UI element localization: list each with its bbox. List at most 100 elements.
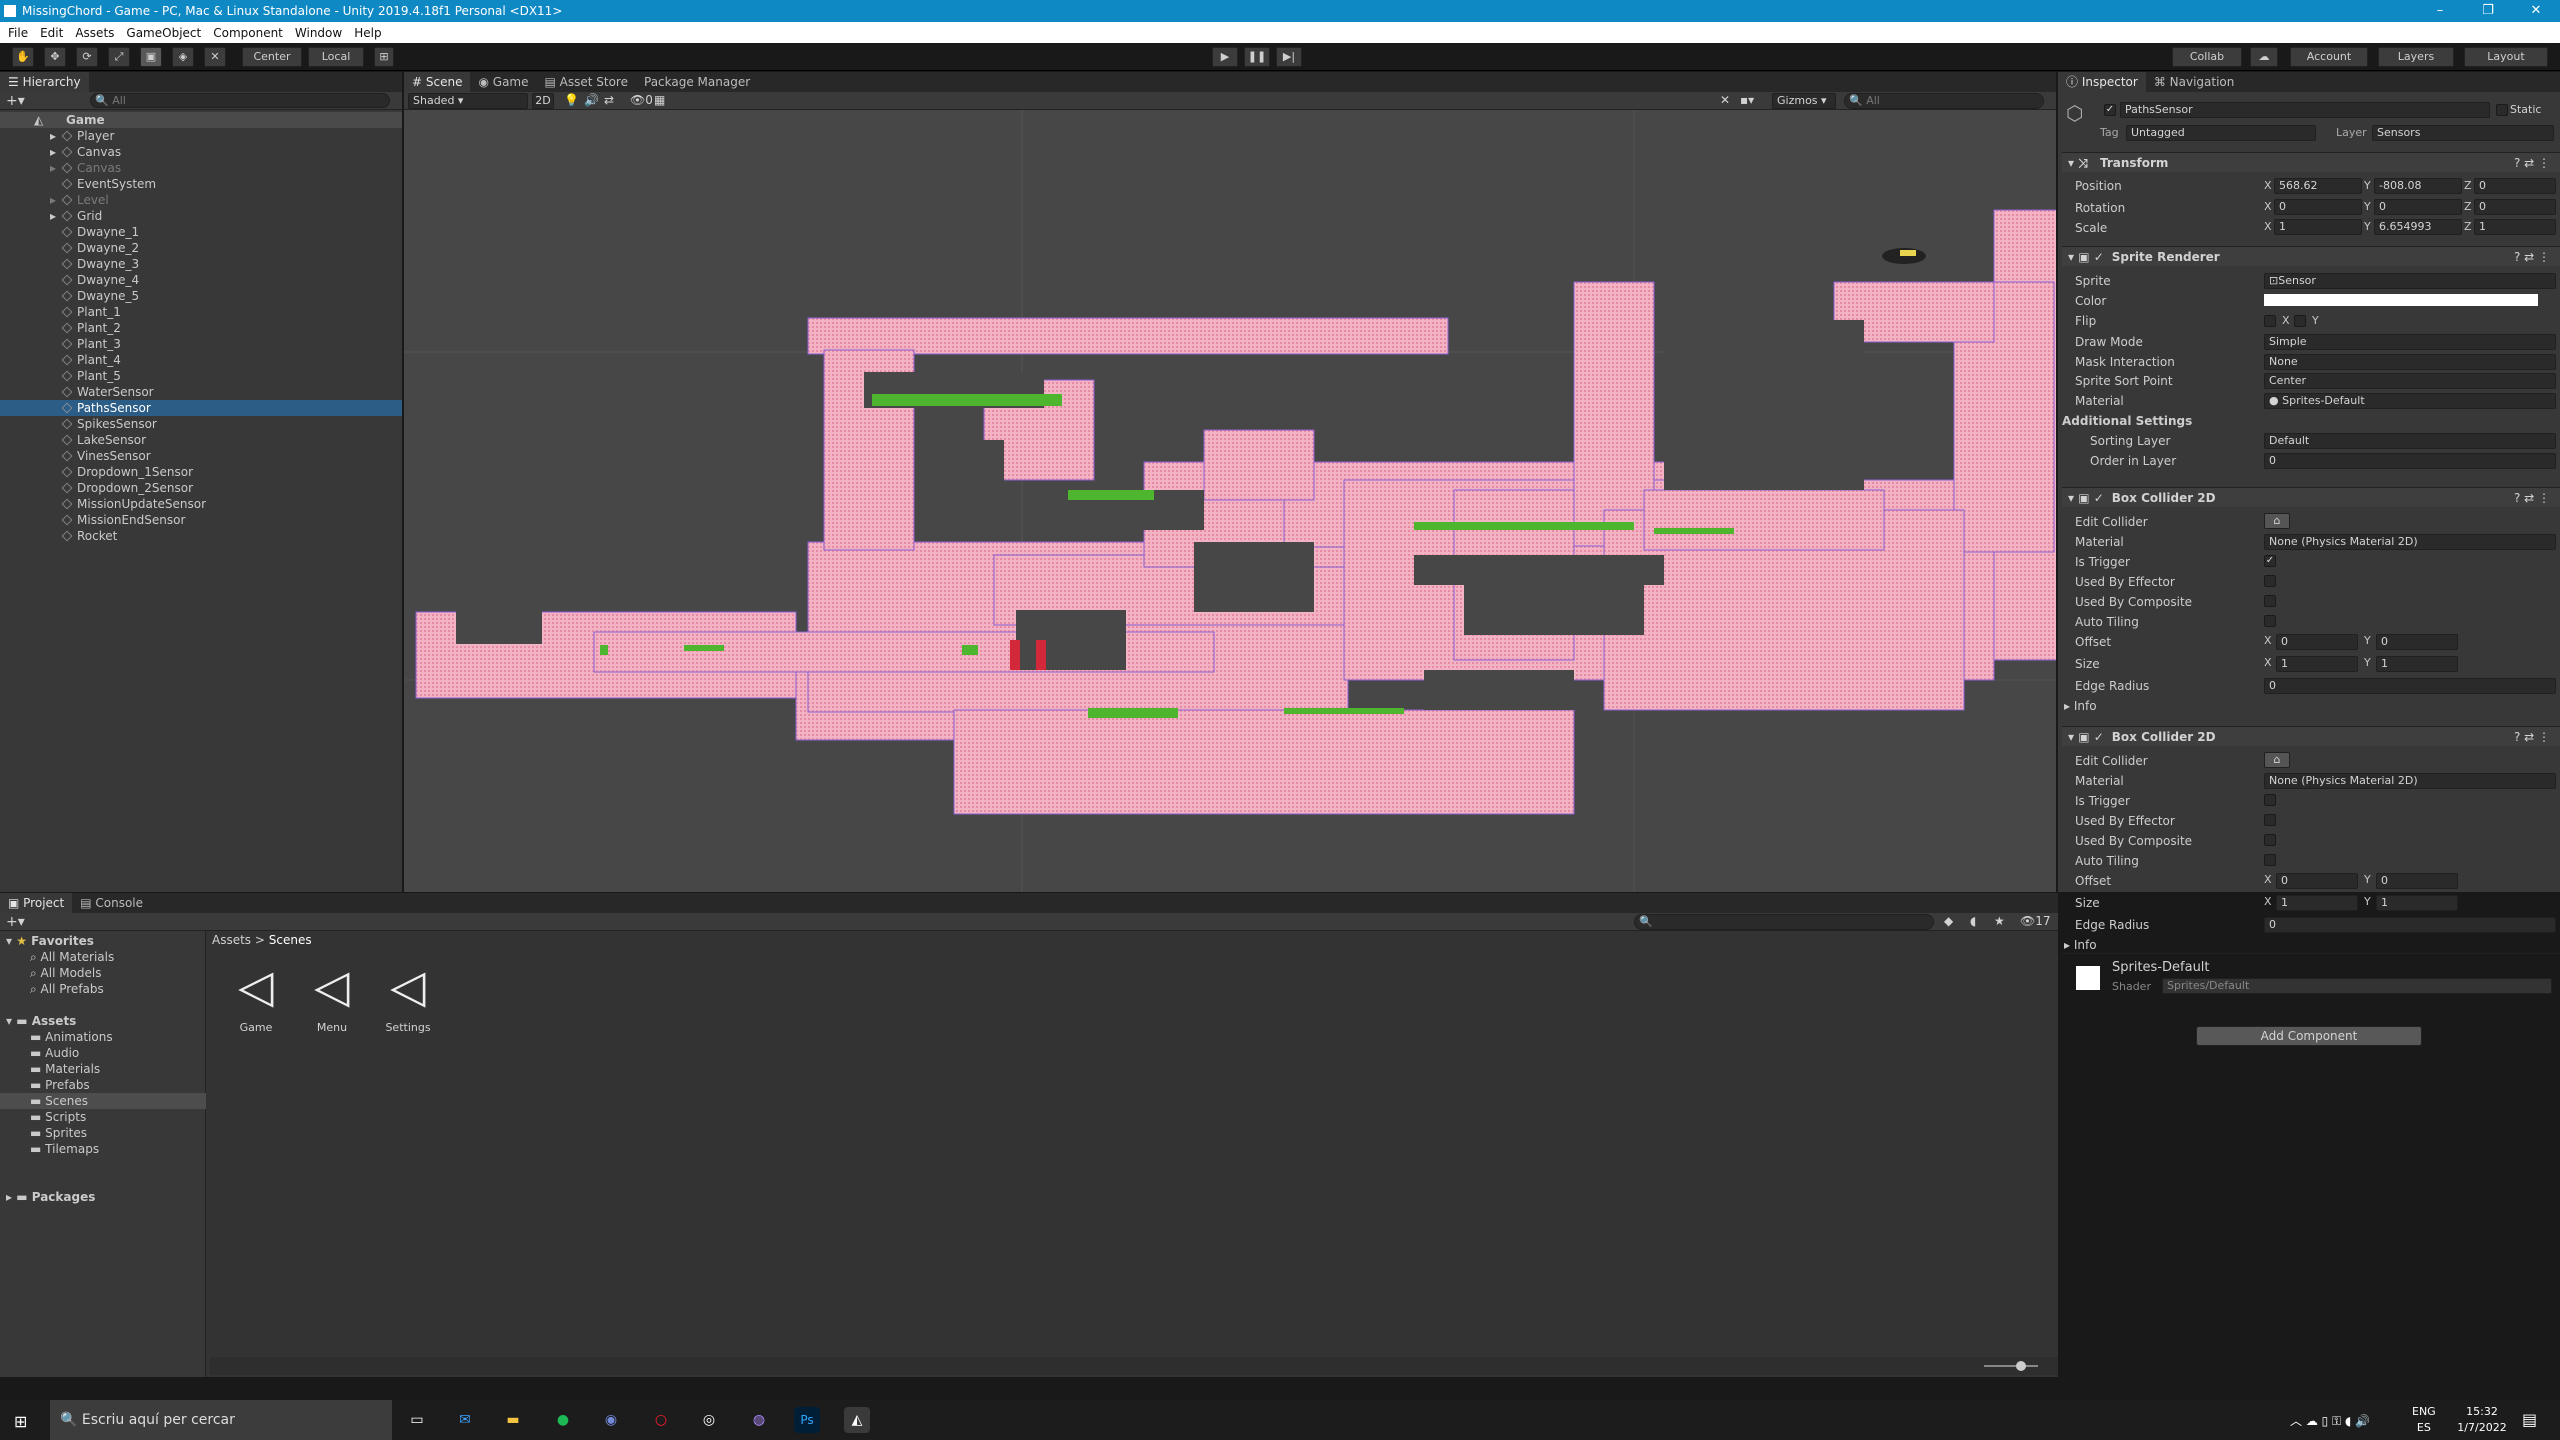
size-x-field[interactable]: 1 — [2276, 895, 2358, 911]
hierarchy-item[interactable]: ▸ Grid — [0, 208, 402, 224]
tab-navigation[interactable]: ⌘ Navigation — [2146, 72, 2243, 92]
project-folder-item[interactable]: ▬ Scripts — [0, 1109, 206, 1125]
hierarchy-item[interactable]: Dwayne_1 — [0, 224, 402, 240]
transform-header[interactable]: ▾ ⤨ Transform? ⇄ ⋮ — [2062, 152, 2560, 172]
color-swatch[interactable] — [2264, 294, 2538, 306]
hierarchy-item[interactable]: Dropdown_2Sensor — [0, 480, 402, 496]
scale-x-field[interactable]: 1 — [2274, 219, 2362, 235]
rotation-z-field[interactable]: 0 — [2474, 199, 2556, 215]
pause-button[interactable]: ❚❚ — [1244, 47, 1270, 67]
offset-x-field[interactable]: 0 — [2276, 634, 2358, 650]
used-by-composite-checkbox[interactable] — [2264, 834, 2276, 846]
tag-dropdown[interactable]: Untagged — [2126, 125, 2316, 141]
hierarchy-item[interactable]: ▸ Canvas — [0, 160, 402, 176]
close-icon[interactable]: ✕ — [2512, 0, 2560, 22]
add-icon[interactable]: +▾ — [6, 93, 25, 109]
grid-icon[interactable]: ▦ — [654, 93, 665, 107]
additional-settings-foldout[interactable]: Additional Settings — [2062, 412, 2192, 430]
tray-icons[interactable]: ︿ ☁ ▯ ⚿ ◖ 🔊 — [2290, 1412, 2370, 1429]
tab-console[interactable]: ▤ Console — [72, 893, 151, 913]
size-y-field[interactable]: 1 — [2376, 656, 2458, 672]
edge-radius-field[interactable]: 0 — [2264, 917, 2556, 933]
filter-label-icon[interactable]: ◖ — [1970, 914, 1976, 928]
assets-row[interactable]: ▾ ▬ Assets — [6, 1013, 76, 1029]
hierarchy-item[interactable]: VinesSensor — [0, 448, 402, 464]
is-trigger-checkbox[interactable]: ✓ — [2264, 555, 2276, 567]
hierarchy-item[interactable]: Plant_4 — [0, 352, 402, 368]
hierarchy-tab[interactable]: ☰ Hierarchy — [0, 72, 89, 92]
draw-mode-dropdown[interactable]: Simple — [2264, 334, 2556, 350]
hierarchy-item[interactable]: ▸ Level — [0, 192, 402, 208]
hierarchy-search-input[interactable]: 🔍 All — [90, 93, 390, 108]
used-by-composite-checkbox[interactable] — [2264, 595, 2276, 607]
mail-icon[interactable]: ✉ — [452, 1407, 478, 1433]
material-dropdown[interactable]: ● Sprites-Default — [2264, 393, 2556, 409]
scene-asset[interactable]: ◁ Settings — [378, 961, 438, 1041]
layer-dropdown[interactable]: Sensors — [2372, 125, 2554, 141]
filter-type-icon[interactable]: ◆ — [1944, 914, 1953, 928]
position-z-field[interactable]: 0 — [2474, 178, 2556, 194]
task-view-icon[interactable]: ▭ — [404, 1407, 430, 1433]
edit-collider-button[interactable]: ⌂ — [2264, 752, 2290, 768]
hierarchy-item[interactable]: Plant_1 — [0, 304, 402, 320]
box-collider-header[interactable]: ▾ ▣ ✓ Box Collider 2D? ⇄ ⋮ — [2062, 487, 2560, 507]
active-checkbox[interactable]: ✓ — [2104, 104, 2116, 116]
static-checkbox[interactable] — [2496, 104, 2508, 116]
breadcrumb-assets[interactable]: Assets — [212, 933, 251, 947]
add-component-button[interactable]: Add Component — [2196, 1026, 2422, 1046]
transform-tool-icon[interactable]: ◈ — [172, 47, 194, 67]
packages-row[interactable]: ▸ ▬ Packages — [6, 1189, 95, 1205]
discord-icon[interactable]: ◉ — [598, 1407, 624, 1433]
opera-icon[interactable]: ○ — [648, 1407, 674, 1433]
layers-button[interactable]: Layers — [2378, 47, 2454, 67]
menu-gameobject[interactable]: GameObject — [126, 26, 201, 40]
sprite-renderer-header[interactable]: ▾ ▣ ✓ Sprite Renderer? ⇄ ⋮ — [2062, 246, 2560, 266]
physics-material-field[interactable]: None (Physics Material 2D) — [2264, 534, 2556, 550]
rect-tool-icon[interactable]: ▣ — [140, 47, 162, 67]
hierarchy-item[interactable]: MissionUpdateSensor — [0, 496, 402, 512]
rotation-x-field[interactable]: 0 — [2274, 199, 2362, 215]
hidden-objects-icon[interactable]: 👁0 — [630, 93, 653, 107]
maximize-icon[interactable]: ❐ — [2464, 0, 2512, 22]
project-folder-item[interactable]: ▬ Materials — [0, 1061, 206, 1077]
camera-icon[interactable]: ▪▾ — [1740, 93, 1754, 107]
minimize-icon[interactable]: – — [2416, 0, 2464, 22]
expand-arrow-icon[interactable]: ▸ — [50, 161, 56, 175]
notifications-icon[interactable]: ▤ — [2522, 1410, 2537, 1429]
hierarchy-item[interactable]: PathsSensor — [0, 400, 402, 416]
rotation-y-field[interactable]: 0 — [2374, 199, 2462, 215]
account-button[interactable]: Account — [2290, 47, 2368, 67]
taskbar-search-box[interactable]: 🔍 Escriu aquí per cercar — [50, 1400, 392, 1440]
is-trigger-checkbox[interactable] — [2264, 794, 2276, 806]
hierarchy-item[interactable]: EventSystem — [0, 176, 402, 192]
project-folder-item[interactable]: ▬ Scenes — [0, 1093, 206, 1109]
box-collider-header[interactable]: ▾ ▣ ✓ Box Collider 2D? ⇄ ⋮ — [2062, 726, 2560, 746]
file-explorer-icon[interactable]: ▬ — [500, 1407, 526, 1433]
project-folder-item[interactable]: ▬ Sprites — [0, 1125, 206, 1141]
scene-asset[interactable]: ◁ Game — [226, 961, 286, 1041]
auto-tiling-checkbox[interactable] — [2264, 615, 2276, 627]
custom-tool-icon[interactable]: ✕ — [204, 47, 226, 67]
favorite-search-item[interactable]: ⌕ All Models — [30, 965, 102, 981]
lighting-icon[interactable]: 💡 — [564, 93, 579, 107]
hierarchy-item[interactable]: SpikesSensor — [0, 416, 402, 432]
grid-snap-icon[interactable]: ⊞ — [374, 47, 394, 67]
menu-help[interactable]: Help — [354, 26, 381, 40]
tab-inspector[interactable]: ⓘ Inspector — [2058, 72, 2146, 92]
position-y-field[interactable]: -808.08 — [2374, 178, 2462, 194]
hierarchy-item[interactable]: MissionEndSensor — [0, 512, 402, 528]
project-folder-item[interactable]: ▬ Prefabs — [0, 1077, 206, 1093]
hierarchy-item[interactable]: Dwayne_5 — [0, 288, 402, 304]
step-button[interactable]: ▶| — [1276, 47, 1302, 67]
info-foldout[interactable]: ▸ Info — [2064, 936, 2097, 954]
position-x-field[interactable]: 568.62 — [2274, 178, 2362, 194]
language-indicator[interactable]: ENG ES — [2412, 1404, 2436, 1436]
tools-icon[interactable]: ✕ — [1720, 93, 1730, 107]
obs-icon[interactable]: ◎ — [696, 1407, 722, 1433]
size-x-field[interactable]: 1 — [2276, 656, 2358, 672]
hierarchy-item[interactable]: Dwayne_2 — [0, 240, 402, 256]
menu-assets[interactable]: Assets — [75, 26, 114, 40]
hierarchy-item[interactable]: WaterSensor — [0, 384, 402, 400]
hand-tool-icon[interactable]: ✋ — [12, 47, 34, 67]
menu-component[interactable]: Component — [213, 26, 283, 40]
